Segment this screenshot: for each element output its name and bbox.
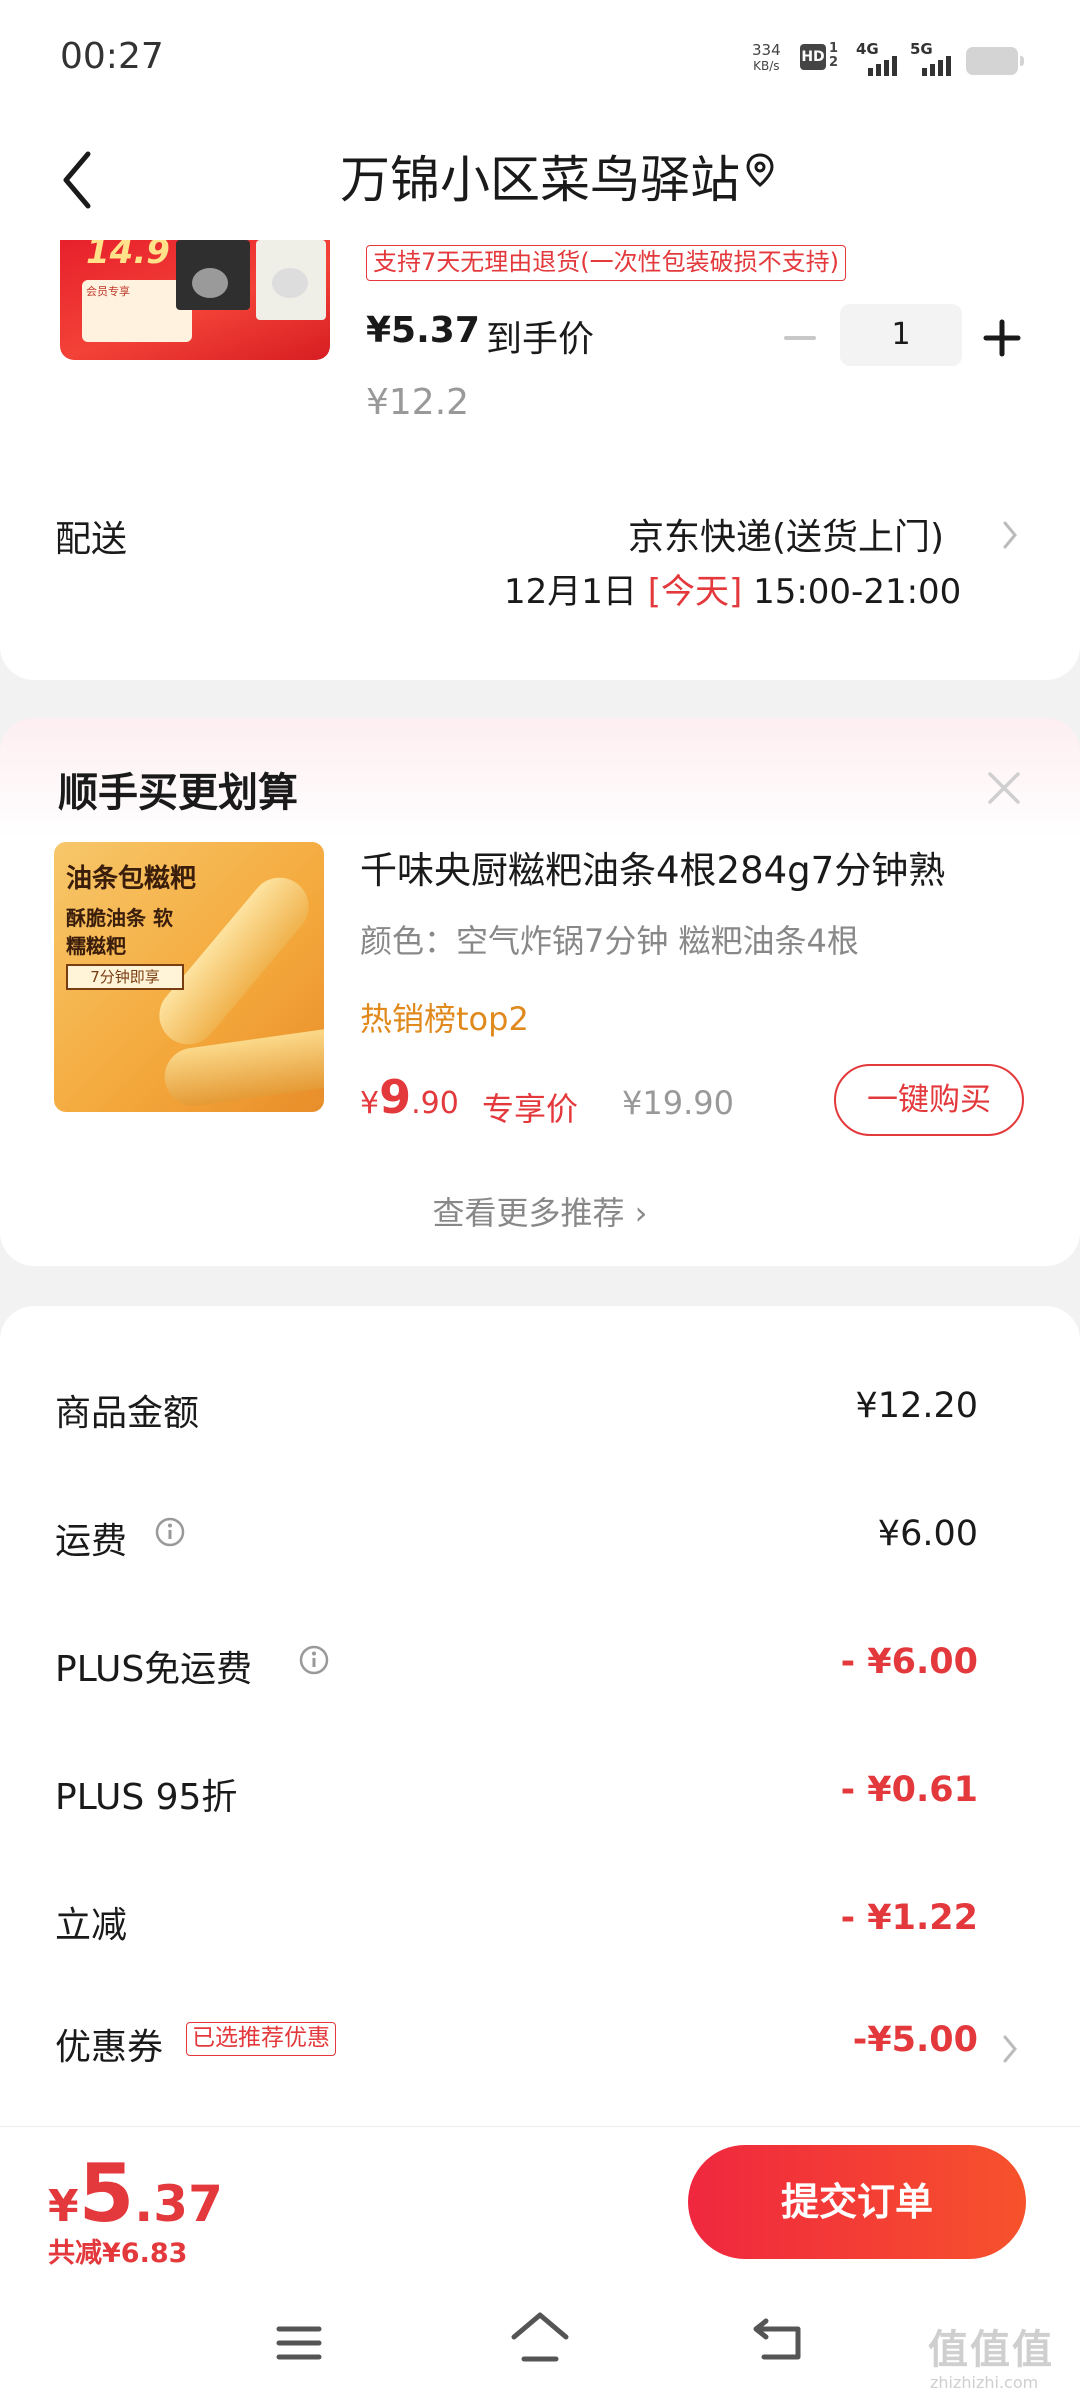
info-icon[interactable] — [298, 1644, 330, 1676]
final-price-label: 到手价 — [486, 319, 595, 360]
summary-label-shipping: 运费 — [55, 1521, 128, 1562]
image-subcaption: 酥脆油条 软糯糍粑 — [66, 906, 173, 958]
nav-home-button[interactable] — [510, 2311, 570, 2365]
net-speed-value: 334 — [752, 41, 781, 59]
see-more-recommendations[interactable]: 查看更多推荐 › — [0, 1188, 1080, 1234]
delivery-window: 15:00-21:00 — [753, 572, 962, 612]
menu-icon — [276, 2326, 322, 2360]
price-currency: ¥ — [360, 1086, 380, 1121]
summary-label-subtotal: 商品金额 — [55, 1393, 200, 1434]
quantity-increase-button[interactable] — [980, 316, 1024, 360]
signal-4g-icon: 4G — [856, 40, 897, 76]
recommendation-card: 顺手买更划算 油条包糍粑 酥脆油条 软糯糍粑 7分钟即享 千味央厨糍粑油条4根2… — [0, 718, 1080, 1266]
total-decimal: .37 — [134, 2175, 223, 2233]
product-box-light — [256, 240, 326, 320]
summary-label-instant-discount: 立减 — [55, 1905, 128, 1946]
recommend-product-spec: 颜色：空气炸锅7分钟 糍粑油条4根 — [360, 922, 859, 960]
chevron-right-icon[interactable] — [1000, 518, 1020, 556]
summary-label-plus-discount: PLUS 95折 — [55, 1777, 238, 1818]
summary-value-shipping: ¥6.00 — [877, 1514, 978, 1554]
recommend-product-image[interactable]: 油条包糍粑 酥脆油条 软糯糍粑 7分钟即享 — [54, 842, 324, 1112]
return-icon — [753, 2318, 801, 2360]
close-button[interactable] — [986, 770, 1022, 806]
total-currency: ¥ — [48, 2181, 79, 2232]
product-image-price: 14.9 — [86, 240, 170, 272]
product-box-dark — [176, 240, 250, 310]
net-speed-unit: KB/s — [753, 59, 780, 73]
recommend-price: ¥9.90 — [360, 1070, 459, 1124]
total-saved: 共减¥6.83 — [48, 2238, 188, 2269]
original-price: ¥12.2 — [366, 382, 470, 423]
home-icon — [511, 2312, 569, 2362]
price-integer: 9 — [379, 1070, 412, 1124]
nav-back-button[interactable] — [752, 2317, 806, 2363]
recommend-price-label: 专享价 — [482, 1090, 579, 1128]
header: 万锦小区菜鸟驿站 — [0, 120, 1080, 240]
watermark-logo: 值值值 — [928, 2327, 1054, 2373]
product-image[interactable]: 14.9 会员专享 — [60, 240, 330, 360]
final-price: ¥5.37 — [366, 310, 480, 351]
location-pin-icon[interactable] — [744, 152, 776, 192]
order-item-card: 14.9 会员专享 支持7天无理由退货(一次性包装破损不支持) ¥5.37 到手… — [0, 240, 1080, 680]
nav-menu-button[interactable] — [276, 2323, 322, 2363]
page-title: 万锦小区菜鸟驿站 — [340, 151, 740, 209]
summary-value-instant-discount: - ¥1.22 — [840, 1898, 978, 1938]
back-button[interactable] — [58, 142, 108, 218]
watermark-url: zhizhizhi.com — [930, 2373, 1039, 2392]
signal-5g-icon: 5G — [910, 40, 951, 76]
return-policy-notice: 支持7天无理由退货(一次性包装破损不支持) — [366, 245, 846, 281]
recommend-product-name[interactable]: 千味央厨糍粑油条4根284g7分钟熟 — [360, 840, 1020, 894]
price-summary-card: 商品金额 ¥12.20 运费 ¥6.00 PLUS免运费 - ¥6.00 PLU… — [0, 1306, 1080, 2126]
battery-icon — [966, 47, 1024, 75]
info-icon[interactable] — [154, 1516, 186, 1548]
hd-icon: HD — [800, 44, 826, 70]
plus-icon — [983, 319, 1021, 357]
summary-label-coupon: 优惠券 — [55, 2027, 164, 2068]
one-click-buy-button[interactable]: 一键购买 — [834, 1064, 1024, 1136]
status-time: 00:27 — [60, 36, 164, 77]
price-decimal: .90 — [411, 1086, 459, 1121]
chevron-right-icon[interactable] — [1000, 2032, 1020, 2070]
recommendation-title: 顺手买更划算 — [58, 770, 298, 816]
summary-value-plus-free-shipping: - ¥6.00 — [840, 1642, 978, 1682]
image-badge: 7分钟即享 — [66, 964, 184, 990]
summary-value-plus-discount: - ¥0.61 — [840, 1770, 978, 1810]
total-price: ¥5.37 — [48, 2147, 223, 2240]
total-integer: 5 — [78, 2147, 135, 2240]
quantity-value[interactable]: 1 — [840, 304, 962, 366]
hd-sim-label: 1 2 — [829, 41, 839, 70]
net-speed: 334 KB/s — [752, 42, 781, 74]
delivery-today: [今天] — [647, 572, 743, 612]
summary-value-coupon[interactable]: -¥5.00 — [853, 2020, 978, 2060]
checkout-bar: ¥5.37 共减¥6.83 提交订单 值值值 zhizhizhi.com — [0, 2126, 1080, 2400]
delivery-date: 12月1日 — [504, 572, 637, 612]
summary-label-plus-free-shipping: PLUS免运费 — [55, 1649, 253, 1690]
recommend-rank-badge: 热销榜top2 — [360, 1000, 529, 1038]
submit-order-button[interactable]: 提交订单 — [688, 2145, 1026, 2259]
recommend-original-price: ¥19.90 — [622, 1084, 734, 1122]
minus-icon — [784, 336, 816, 340]
delivery-time[interactable]: 12月1日 [今天] 15:00-21:00 — [504, 564, 961, 613]
image-caption: 油条包糍粑 — [66, 864, 197, 894]
close-icon — [988, 772, 1020, 804]
status-bar: 00:27 334 KB/s HD 1 2 4G 5G — [0, 0, 1080, 120]
coupon-selected-badge: 已选推荐优惠 — [186, 2022, 336, 2056]
summary-value-subtotal: ¥12.20 — [855, 1386, 978, 1426]
delivery-method[interactable]: 京东快递(送货上门) — [628, 508, 944, 560]
chevron-left-icon — [63, 151, 91, 209]
delivery-label: 配送 — [55, 519, 128, 560]
quantity-decrease-button[interactable] — [778, 316, 822, 360]
